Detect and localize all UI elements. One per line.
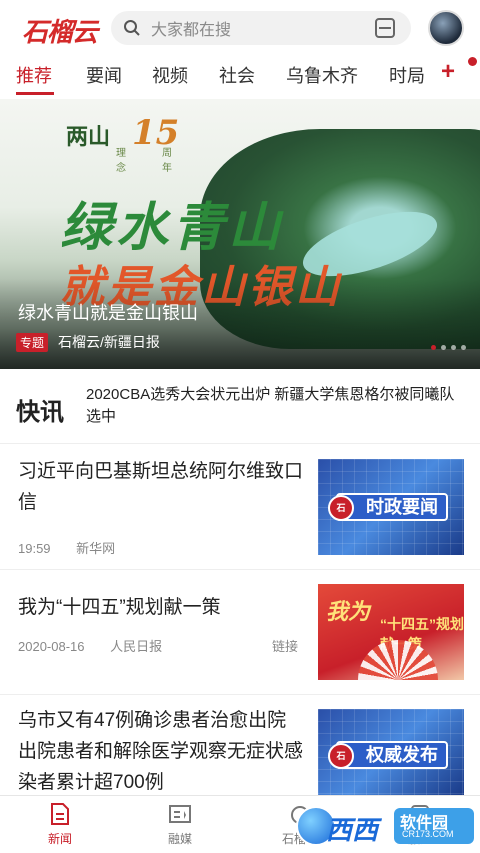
news-thumbnail[interactable]: 时政要闻 石 [318, 459, 464, 555]
news-time: 19:59 [18, 541, 51, 556]
flash-news[interactable]: 快讯 2020CBA选秀大会状元出炉 新疆大学焦恩格尔被同曦队选中 [0, 372, 480, 444]
channel-logo-icon: 石 [328, 495, 354, 521]
scan-icon[interactable] [375, 18, 395, 38]
news-meta: 19:59 新华网 [18, 538, 137, 557]
topic-badge: 专题 [16, 333, 49, 352]
flash-text[interactable]: 2020CBA选秀大会状元出炉 新疆大学焦恩格尔被同曦队选中 [86, 384, 466, 428]
nav-media[interactable]: 融媒 [150, 802, 210, 847]
nav-media-label: 融媒 [167, 832, 192, 846]
badge-unit: 周年 [162, 148, 172, 174]
search-bar[interactable]: 大家都在搜 [111, 11, 411, 45]
watermark-site-url: CR173.COM [402, 829, 454, 839]
tab-society[interactable]: 社会 [219, 62, 255, 88]
news-meta: 2020-08-16 人民日报 [18, 636, 184, 655]
badge-sub-text: 理念 [116, 148, 126, 174]
channel-logo-icon: 石 [328, 743, 354, 769]
banner-title: 绿水青山就是金山银山 [18, 303, 198, 323]
news-item[interactable]: 习近平向巴基斯坦总统阿尔维致口信 19:59 新华网 时政要闻 石 [0, 446, 480, 570]
tab-headlines[interactable]: 要闻 [86, 62, 122, 88]
featured-banner[interactable]: 两山 理念 15 周年 绿水青山 就是金山银山 绿水青山就是金山银山 专题 石榴… [0, 99, 480, 369]
news-icon [51, 803, 69, 825]
carousel-dot[interactable] [461, 345, 466, 350]
badge-number: 15 [132, 113, 180, 153]
news-item[interactable]: 我为“十四五”规划献一策 2020-08-16 人民日报 链接 我为 “十四五”… [0, 570, 480, 695]
news-title[interactable]: 乌市又有47例确诊患者治愈出院 出院患者和解除医学观察无症状感染者累计超700例 [18, 705, 308, 798]
user-avatar[interactable] [428, 10, 464, 46]
news-source: 人民日报 [110, 639, 163, 654]
nav-news-label: 新闻 [47, 832, 72, 846]
thumbnail-text-1: 我为 [326, 599, 371, 625]
carousel-indicator [431, 345, 466, 350]
notification-dot [468, 57, 477, 66]
nav-news[interactable]: 新闻 [30, 802, 90, 847]
media-icon [169, 805, 191, 823]
news-title[interactable]: 我为“十四五”规划献一策 [18, 592, 308, 623]
tab-current-affairs[interactable]: 时局 [389, 62, 425, 88]
app-logo[interactable]: 石榴云 [22, 12, 98, 49]
carousel-dot[interactable] [431, 345, 436, 350]
news-source: 新华网 [76, 541, 116, 556]
banner-source: 石榴云/新疆日报 [58, 334, 160, 350]
tab-urumqi[interactable]: 乌鲁木齐 [286, 62, 358, 88]
news-link-tag: 链接 [272, 639, 299, 654]
news-thumbnail[interactable]: 我为 “十四五”规划献一策 [318, 584, 464, 680]
banner-headline-1: 绿水青山 [60, 197, 285, 258]
carousel-dot[interactable] [451, 345, 456, 350]
top-bar: 石榴云 大家都在搜 [0, 0, 480, 56]
search-placeholder: 大家都在搜 [151, 22, 232, 39]
add-channel-icon[interactable]: + [441, 58, 455, 86]
active-tab-indicator [16, 92, 54, 95]
tab-video[interactable]: 视频 [152, 62, 188, 88]
tab-recommend[interactable]: 推荐 [16, 62, 52, 88]
watermark-brand: 西西 [326, 815, 379, 845]
carousel-dot[interactable] [441, 345, 446, 350]
channel-tabs: 推荐 要闻 视频 社会 乌鲁木齐 时局 + [0, 56, 480, 96]
search-icon [124, 20, 140, 36]
news-thumbnail[interactable]: 权威发布 石 [318, 709, 464, 795]
badge-main-text: 两山 [66, 124, 111, 150]
news-time: 2020-08-16 [18, 639, 85, 654]
flash-label: 快讯 [16, 397, 64, 426]
site-watermark: 西西 软件园 CR173.COM [296, 804, 480, 853]
watermark-site-box: 软件园 CR173.COM [394, 808, 474, 844]
anniversary-badge: 两山 理念 15 周年 [66, 113, 179, 174]
news-item[interactable]: 乌市又有47例确诊患者治愈出院 出院患者和解除医学观察无症状感染者累计超700例… [0, 695, 480, 795]
news-title[interactable]: 习近平向巴基斯坦总统阿尔维致口信 [18, 456, 308, 518]
